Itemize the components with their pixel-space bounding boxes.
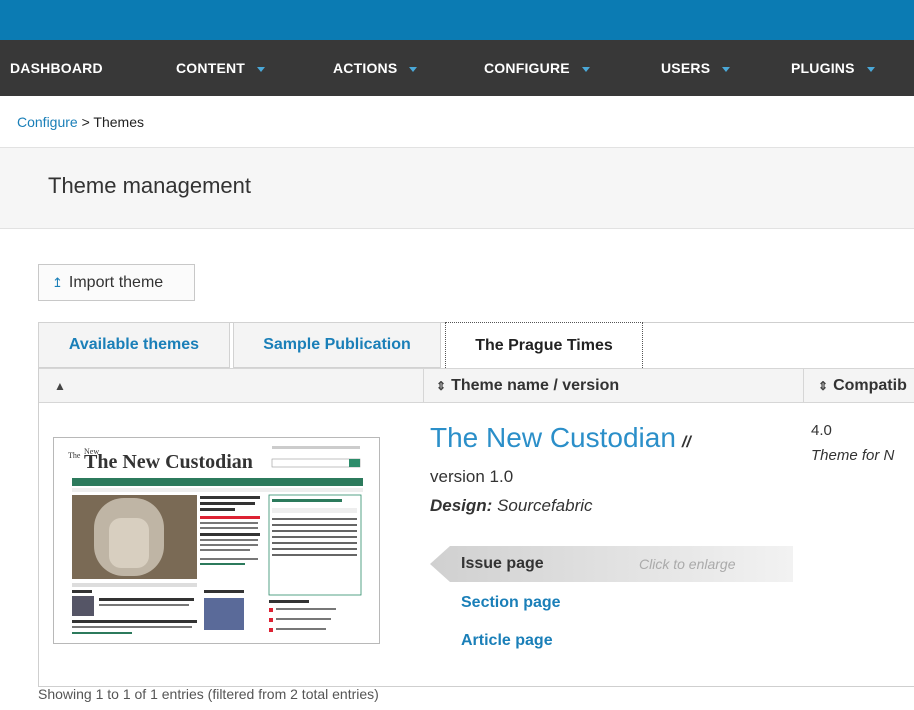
breadcrumb-current: Themes: [93, 114, 144, 130]
nav-actions-label: ACTIONS: [333, 60, 398, 76]
column-divider: [423, 369, 424, 403]
import-theme-label: Import theme: [68, 273, 164, 291]
tab-prague-times-label: The Prague Times: [475, 336, 613, 354]
designer-name: Sourcefabric: [497, 496, 593, 515]
column-header-thumbnail[interactable]: ▲: [54, 369, 71, 403]
table-info: Showing 1 to 1 of 1 entries (filtered fr…: [38, 686, 379, 702]
design-label: Design:: [430, 496, 493, 515]
sort-icon: ⇕: [818, 379, 829, 393]
theme-thumbnail[interactable]: The New The New Custodian: [53, 437, 380, 644]
page-header: Theme management: [0, 147, 914, 229]
column-header-theme-name-label: Theme name / version: [451, 377, 620, 394]
thumbnail-masthead: The New Custodian: [84, 451, 253, 473]
table-header: ▲ ⇕ Theme name / version ⇕ Compatib: [39, 368, 914, 403]
import-theme-button[interactable]: ↥ Import theme: [38, 264, 195, 301]
preview-tab-issue-label: Issue page: [461, 555, 544, 572]
preview-tab-article[interactable]: Article page: [461, 632, 553, 650]
column-header-compatibility[interactable]: ⇕ Compatib: [818, 369, 907, 403]
svg-text:The: The: [68, 451, 81, 460]
column-header-compatibility-label: Compatib: [833, 377, 907, 394]
nav-users[interactable]: USERS: [661, 40, 731, 96]
preview-tab-issue[interactable]: Issue page Click to enlarge: [430, 546, 793, 582]
nav-content[interactable]: CONTENT: [176, 40, 266, 96]
nav-dashboard-label: DASHBOARD: [10, 60, 103, 76]
preview-tab-section[interactable]: Section page: [461, 594, 561, 612]
tab-available-themes[interactable]: Available themes: [38, 322, 230, 368]
main-nav: DASHBOARD CONTENT ACTIONS CONFIGURE USER…: [0, 40, 914, 96]
page-title: Theme management: [48, 173, 251, 198]
caret-down-icon: [409, 66, 418, 72]
compatibility-description: Theme for N: [811, 447, 895, 464]
column-header-theme-name[interactable]: ⇕ Theme name / version: [436, 369, 619, 403]
sort-icon: ⇕: [436, 379, 447, 393]
nav-plugins[interactable]: PLUGINS: [791, 40, 875, 96]
nav-configure-label: CONFIGURE: [484, 60, 570, 76]
nav-plugins-label: PLUGINS: [791, 60, 855, 76]
theme-version: version 1.0: [430, 467, 514, 486]
breadcrumb: Configure > Themes: [17, 114, 144, 130]
nav-actions[interactable]: ACTIONS: [333, 40, 418, 96]
tab-sample-publication[interactable]: Sample Publication: [233, 322, 441, 368]
tab-prague-times[interactable]: The Prague Times: [445, 322, 643, 368]
theme-designer: Design: Sourcefabric: [430, 496, 593, 516]
compatibility-version: 4.0: [811, 422, 832, 439]
sort-ascending-icon: ▲: [54, 379, 66, 393]
nav-users-label: USERS: [661, 60, 711, 76]
breadcrumb-separator: >: [81, 114, 90, 130]
theme-name-link[interactable]: The New Custodian //: [430, 422, 691, 454]
caret-down-icon: [581, 66, 590, 72]
top-bar: [0, 0, 914, 40]
caret-down-icon: [257, 66, 266, 72]
tab-available-themes-label: Available themes: [68, 336, 200, 353]
caret-down-icon: [722, 66, 731, 72]
caret-down-icon: [866, 66, 875, 72]
breadcrumb-configure-link[interactable]: Configure: [17, 114, 78, 130]
click-to-enlarge-hint: Click to enlarge: [639, 556, 736, 572]
tab-sample-publication-label: Sample Publication: [263, 336, 411, 353]
upload-icon: ↥: [52, 274, 63, 290]
newspaper-preview-image: The New The New Custodian: [54, 438, 379, 643]
column-divider: [803, 369, 804, 403]
theme-name-label: The New Custodian: [430, 422, 676, 453]
separator-icon: //: [681, 434, 691, 451]
nav-configure[interactable]: CONFIGURE: [484, 40, 590, 96]
nav-dashboard[interactable]: DASHBOARD: [10, 40, 103, 96]
nav-content-label: CONTENT: [176, 60, 246, 76]
